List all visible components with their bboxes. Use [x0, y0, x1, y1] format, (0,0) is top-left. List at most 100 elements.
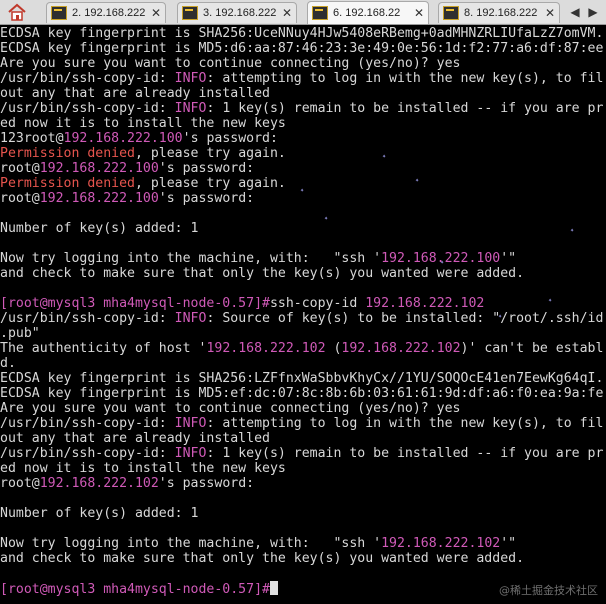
- terminal-text: Are you sure you want to continue connec…: [0, 56, 461, 71]
- terminal-text: INFO: [174, 71, 207, 86]
- terminal-output[interactable]: ✦ ✦ ✦ ✦ ✦ ✦ ✦ ✦ ECDSA key fingerprint is…: [0, 26, 606, 604]
- session-tab-8[interactable]: 8. 192.168.222 ✕: [438, 2, 560, 23]
- terminal-text: ECDSA key fingerprint is SHA256:LZFfnxWa…: [0, 371, 604, 386]
- terminal-text: 's password:: [158, 476, 255, 491]
- terminal-line: out any that are already installed: [0, 86, 270, 101]
- close-icon[interactable]: ✕: [412, 6, 426, 20]
- terminal-text: /usr/bin/ssh-copy-id:: [0, 71, 175, 86]
- tab-label: 3. 192.168.222: [203, 7, 277, 19]
- terminal-text: root@: [0, 161, 40, 176]
- terminal-line: Now try logging into the machine, with: …: [0, 251, 516, 266]
- terminal-text: ed now it is to install the new keys: [0, 116, 286, 131]
- terminal-text: Number of key(s) added: 1: [0, 221, 199, 236]
- terminal-line: Are you sure you want to continue connec…: [0, 56, 461, 71]
- terminal-text: root@: [0, 476, 40, 491]
- terminal-text: Are you sure you want to continue connec…: [0, 401, 461, 416]
- terminal-line: /usr/bin/ssh-copy-id: INFO: attempting t…: [0, 416, 603, 431]
- terminal-line: ECDSA key fingerprint is MD5:ef:dc:07:8c…: [0, 386, 603, 401]
- terminal-text: 192.168.222.100: [39, 191, 159, 206]
- terminal-text: 's password:: [182, 131, 278, 146]
- terminal-text: (: [325, 341, 342, 356]
- tab-label: 6. 192.168.22: [333, 7, 401, 19]
- terminal-text: 192.168.222.102: [365, 296, 485, 311]
- terminal-text: : attempting to log in with the new key(…: [206, 71, 604, 86]
- terminal-text: '": [500, 536, 517, 551]
- terminal-text: 192.168.222.102: [341, 341, 461, 356]
- terminal-line: and check to make sure that only the key…: [0, 551, 524, 566]
- terminal-line: root@192.168.222.100's password:: [0, 191, 254, 206]
- text-cursor: [269, 581, 278, 595]
- terminal-text: INFO: [174, 416, 207, 431]
- terminal-text: root@: [0, 191, 40, 206]
- terminal-line: /usr/bin/ssh-copy-id: INFO: 1 key(s) rem…: [0, 101, 603, 116]
- terminal-line: The authenticity of host '192.168.222.10…: [0, 341, 603, 356]
- session-tab-6[interactable]: 6. 192.168.22 ✕: [307, 1, 429, 24]
- terminal-line: [root@mysql3 mha4mysql-node-0.57]#: [0, 581, 278, 597]
- terminal-text: /usr/bin/ssh-copy-id:: [0, 446, 175, 461]
- terminal-text: and check to make sure that only the key…: [0, 266, 525, 281]
- terminal-text: 192.168.222.100: [381, 251, 501, 266]
- terminal-line: /usr/bin/ssh-copy-id: INFO: Source of ke…: [0, 311, 603, 326]
- terminal-text: Now try logging into the machine, with: …: [0, 536, 382, 551]
- terminal-text: INFO: [174, 446, 207, 461]
- terminal-line: ed now it is to install the new keys: [0, 116, 286, 131]
- terminal-line: ed now it is to install the new keys: [0, 461, 286, 476]
- sparkle-decoration: ✦: [548, 296, 553, 304]
- terminal-line: and check to make sure that only the key…: [0, 266, 524, 281]
- home-button[interactable]: [4, 2, 30, 22]
- watermark: @稀土掘金技术社区: [499, 584, 598, 597]
- tab-label: 8. 192.168.222: [464, 7, 538, 19]
- terminal-text: d.: [0, 356, 16, 371]
- sparkle-decoration: ✦: [324, 214, 329, 222]
- terminal-text: Permission denied: [0, 176, 135, 191]
- sparkle-decoration: ✦: [382, 152, 387, 160]
- terminal-text: /usr/bin/ssh-copy-id:: [0, 311, 175, 326]
- sparkle-decoration: ✦: [300, 186, 305, 194]
- terminal-line: Number of key(s) added: 1: [0, 221, 199, 236]
- session-tab-3[interactable]: 3. 192.168.222 ✕: [177, 2, 297, 23]
- terminal-text: [root@mysql3 mha4mysql-node-0.57]#: [0, 582, 270, 597]
- terminal-text: 192.168.222.102: [39, 476, 159, 491]
- sparkle-decoration: ✦: [570, 226, 575, 234]
- terminal-line: Number of key(s) added: 1: [0, 506, 199, 521]
- scroll-tabs-right-icon[interactable]: ▶: [586, 4, 600, 20]
- terminal-line: /usr/bin/ssh-copy-id: INFO: attempting t…: [0, 71, 603, 86]
- terminal-line: root@192.168.222.100's password:: [0, 161, 254, 176]
- session-tab-bar: 2. 192.168.222 ✕ 3. 192.168.222 ✕ 6. 192…: [0, 0, 606, 25]
- terminal-text: 192.168.222.100: [39, 161, 159, 176]
- terminal-text: [root@mysql3 mha4mysql-node-0.57]#: [0, 296, 270, 311]
- terminal-line: ECDSA key fingerprint is SHA256:LZFfnxWa…: [0, 371, 603, 386]
- terminal-line: Permission denied, please try again.: [0, 146, 286, 161]
- terminal-text: INFO: [174, 101, 207, 116]
- terminal-line: Now try logging into the machine, with: …: [0, 536, 516, 551]
- terminal-text: : 1 key(s) remain to be installed -- if …: [206, 101, 604, 116]
- terminal-text: and check to make sure that only the key…: [0, 551, 525, 566]
- terminal-line: /usr/bin/ssh-copy-id: INFO: 1 key(s) rem…: [0, 446, 603, 461]
- close-icon[interactable]: ✕: [149, 6, 163, 20]
- terminal-text: /usr/bin/ssh-copy-id:: [0, 416, 175, 431]
- scroll-tabs-left-icon[interactable]: ◀: [568, 4, 582, 20]
- terminal-session-icon: [182, 6, 198, 20]
- terminal-line: Are you sure you want to continue connec…: [0, 401, 461, 416]
- terminal-line: out any that are already installed: [0, 431, 270, 446]
- terminal-line: 123root@192.168.222.100's password:: [0, 131, 278, 146]
- terminal-text: : 1 key(s) remain to be installed -- if …: [206, 446, 604, 461]
- terminal-text: 's password:: [158, 191, 255, 206]
- terminal-line: d.: [0, 356, 16, 371]
- terminal-session-icon: [443, 6, 459, 20]
- terminal-text: 192.168.222.102: [381, 536, 501, 551]
- terminal-line: [root@mysql3 mha4mysql-node-0.57]#ssh-co…: [0, 296, 484, 311]
- terminal-text: Permission denied: [0, 146, 135, 161]
- session-tab-2[interactable]: 2. 192.168.222 ✕: [46, 2, 166, 23]
- terminal-text: 192.168.222.100: [63, 131, 183, 146]
- terminal-text: Number of key(s) added: 1: [0, 506, 199, 521]
- terminal-text: out any that are already installed: [0, 86, 270, 101]
- terminal-text: .pub": [0, 326, 40, 341]
- close-icon[interactable]: ✕: [543, 6, 557, 20]
- terminal-text: ed now it is to install the new keys: [0, 461, 286, 476]
- terminal-text: : Source of key(s) to be installed: "/ro…: [206, 311, 604, 326]
- sparkle-decoration: ✦: [415, 176, 420, 184]
- close-icon[interactable]: ✕: [280, 6, 294, 20]
- terminal-text: , please try again.: [134, 176, 286, 191]
- terminal-session-icon: [51, 6, 67, 20]
